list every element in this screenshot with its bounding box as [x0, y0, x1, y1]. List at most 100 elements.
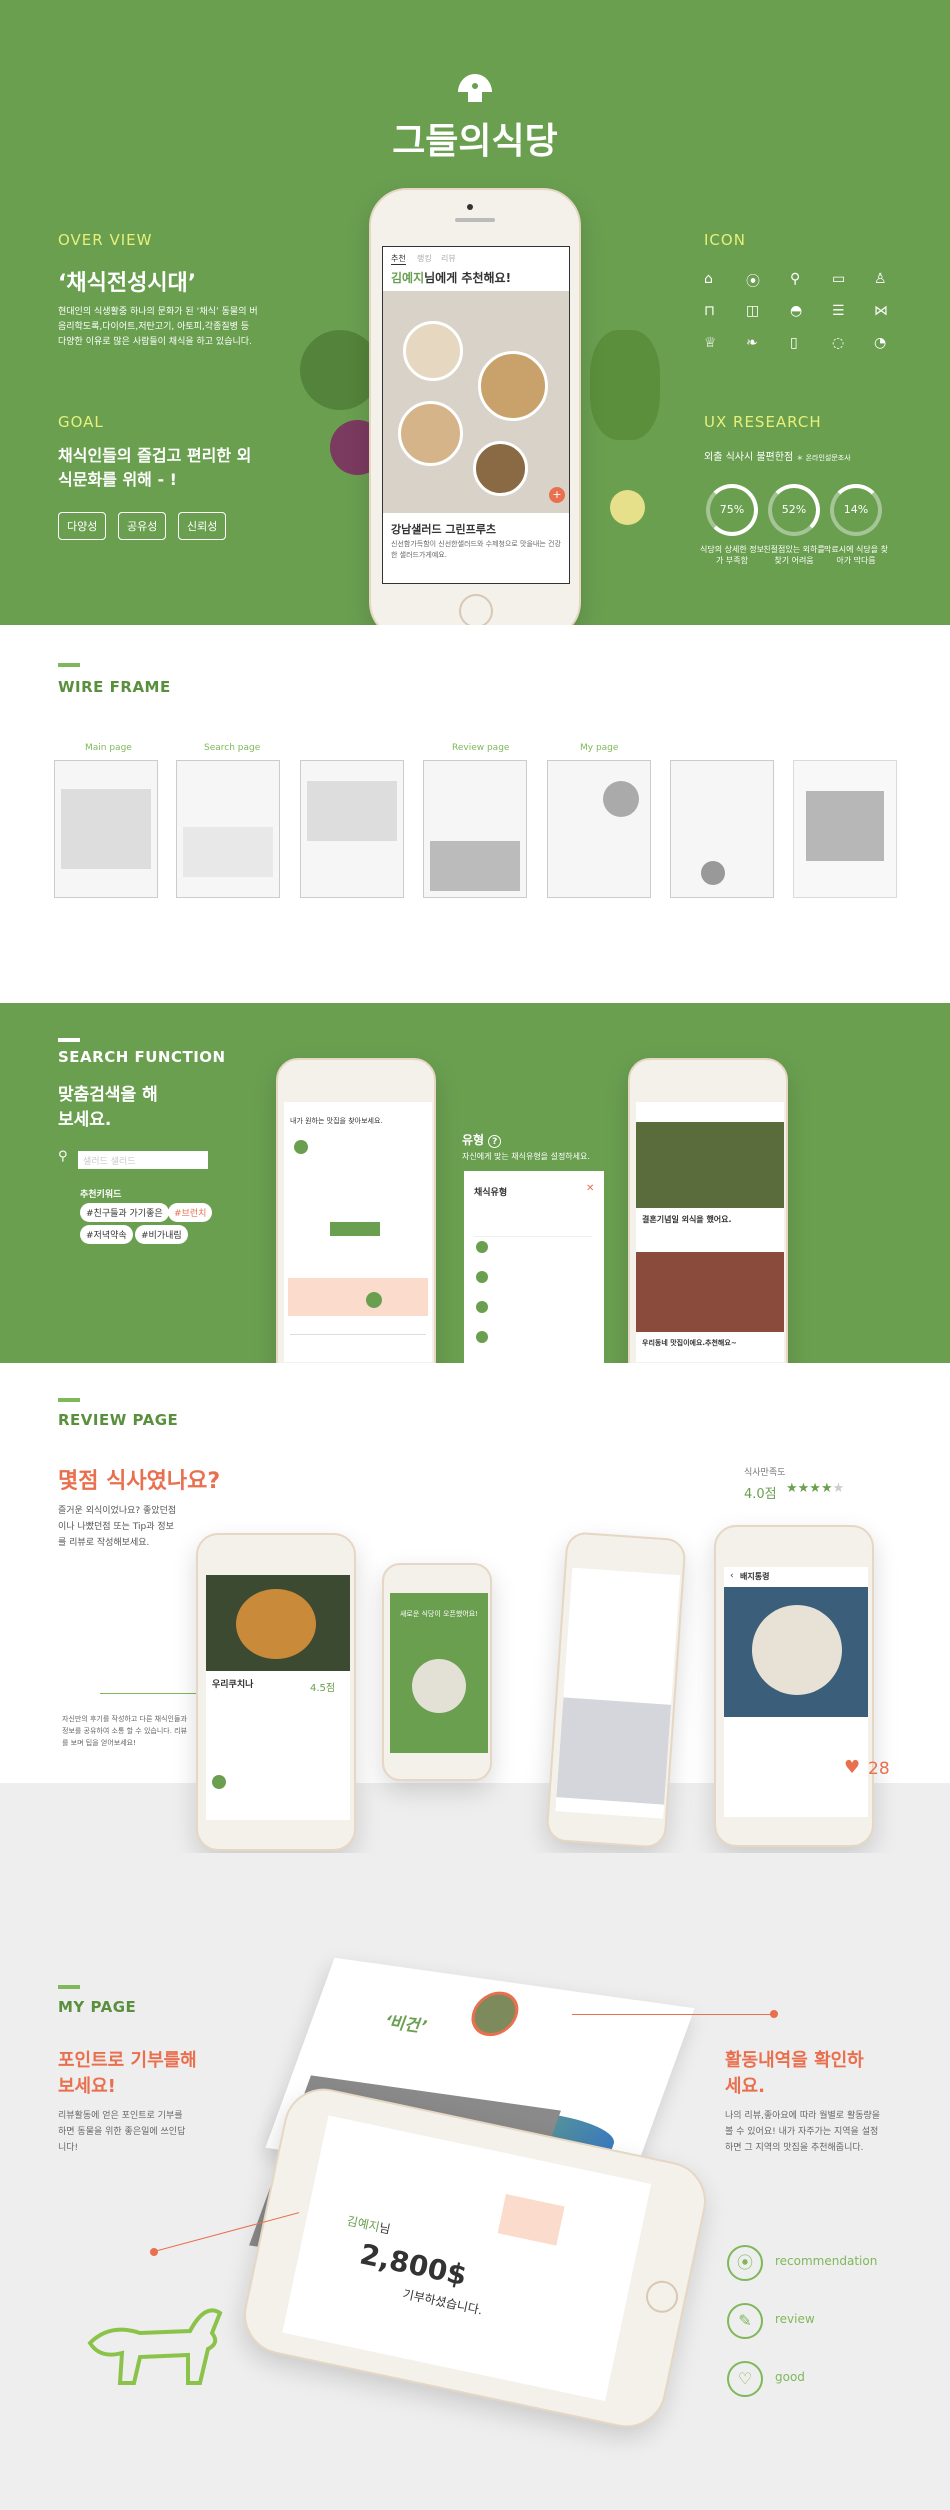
ux-stat-ring-2: 52%: [768, 484, 820, 536]
keywords-title: 추천키워드: [80, 1190, 122, 1200]
greeting-rest: 님에게 추천해요!: [424, 271, 512, 285]
popup-close-icon[interactable]: ✕: [586, 1183, 594, 1194]
herb-image: [590, 330, 660, 440]
review-phone-4: ‹ 배지통령: [714, 1525, 874, 1847]
search-food-photo-1: [636, 1122, 784, 1208]
mypage-points-caption: 기부하셨습니다.: [401, 2286, 484, 2318]
bird-icon: ◔: [874, 335, 887, 351]
brand-title: 그들의식당: [392, 121, 558, 162]
keyword-1[interactable]: #친구들과 가기좋은: [80, 1203, 169, 1222]
rating-label: 식사만족도: [744, 1468, 786, 1478]
icon-heading: ICON: [704, 231, 746, 249]
search-phone-left: 내가 원하는 맛집을 찾아보세요.: [276, 1058, 436, 1388]
ux-stat-caption-3: 막료시에 식당을 찾아가 막다름: [824, 545, 888, 565]
search-input[interactable]: 샐러드 샐러드: [78, 1151, 208, 1169]
notice-text: 새로운 식당이 오픈했어요!: [399, 1610, 479, 1618]
chat-icon: ▭: [832, 271, 846, 287]
wf-screen-3: [300, 760, 404, 898]
tab-ranking[interactable]: 랭킹: [417, 253, 432, 264]
overview-heading: OVER VIEW: [58, 231, 153, 249]
mypage-left-title: 포인트로 기부를해보세요!: [58, 2050, 197, 2097]
tab-recommend[interactable]: 추천: [391, 253, 406, 265]
review-phone-2: 새로운 식당이 오픈했어요!: [382, 1563, 492, 1781]
help-icon[interactable]: ?: [488, 1135, 502, 1148]
tab-review[interactable]: 리뷰: [441, 253, 456, 264]
like-icon[interactable]: ♥: [844, 1757, 860, 1778]
keyword-4[interactable]: #비가내림: [135, 1225, 188, 1244]
search-result-title: 결혼기념일 외식을 했어요.: [642, 1215, 732, 1224]
review-heading: REVIEW PAGE: [58, 1411, 179, 1429]
review-section: REVIEW PAGE 몇점 식사였나요? 즐거운 외식이었나요? 좋았던점이나…: [0, 1363, 950, 1853]
mypage-username-text: 김예지: [345, 2213, 381, 2235]
wf-screen-7: [793, 760, 897, 898]
search-result-title-2: 우리동네 맛집이에요.추천해요~: [642, 1339, 737, 1347]
keyword-3[interactable]: #저녁약속: [80, 1225, 133, 1244]
review-page-title: 배지통령: [740, 1572, 770, 1581]
mypage-username: 김예지님: [345, 2212, 392, 2238]
bottle-icon: ▯: [790, 335, 798, 351]
vegetable-image: [300, 330, 380, 410]
mypage-section: MY PAGE 포인트로 기부를해보세요! 리뷰활동에 얻은 포인트로 기부를 …: [0, 1853, 950, 2510]
mypage-username-suffix: 님: [377, 2220, 392, 2237]
overview-body: 현대인의 식생활중 하나의 문화가 된 ‘채식’ 동물의 버음리학도록,다이어트…: [58, 307, 258, 347]
wireframe-section: WIRE FRAME Main page Search page Review …: [0, 625, 950, 1003]
review-side-note: 자신만의 후기를 작성하고 다른 채식인들과 정보를 공유하여 소통 할 수 있…: [62, 1715, 188, 1747]
bag-icon: ◫: [746, 303, 760, 319]
wf-screen-2: [176, 760, 280, 898]
note-icon: ☰: [832, 303, 845, 319]
pot-icon: ◓: [790, 303, 803, 319]
ux-stat-caption-2: 친절점있는 외하를 찾기 어려움: [763, 545, 825, 565]
type-label: 유형 ?: [462, 1131, 502, 1148]
wf-screen-6: [670, 760, 774, 898]
pencil-icon: ✎: [727, 2303, 763, 2339]
rating-stars: ★★★★★: [786, 1481, 845, 1496]
mypage-points: 2,800$: [356, 2237, 470, 2293]
logo-icon: [452, 72, 498, 106]
search-icon-small: ⚲: [58, 1149, 68, 1164]
wf-screen-5: [547, 760, 651, 898]
review-food-photo-1: [206, 1575, 350, 1671]
lock-icon: ⊓: [704, 303, 715, 319]
like-count: 28: [868, 1759, 890, 1779]
mypage-right-body: 나의 리뷰,좋아요에 따라 월별로 활동량을 볼 수 있어요! 내가 자주가는 …: [725, 2111, 881, 2153]
name-tag: ‘비건’: [381, 2011, 431, 2037]
keyword-2[interactable]: #브런치: [168, 1203, 213, 1222]
hero-food-photo: +: [383, 291, 569, 513]
home-icon: ⌂: [704, 271, 713, 287]
type-label-text: 유형: [462, 1133, 485, 1147]
ux-stat-ring-3: 14%: [830, 484, 882, 536]
review-body: 즐거운 외식이었나요? 좋았던점이나 나빴던점 또는 Tip과 정보를 리뷰로 …: [58, 1506, 177, 1548]
goal-heading: GOAL: [58, 413, 104, 431]
goal-pill-sharing: 공유성: [118, 512, 167, 540]
review-place-score: 4.5점: [310, 1683, 336, 1694]
home-button[interactable]: [459, 594, 493, 628]
leaf-icon: ❧: [746, 335, 758, 351]
wf-label-review: Review page: [452, 743, 510, 753]
search-section: SEARCH FUNCTION 맞춤검색을 해보세요. ⚲ 샐러드 샐러드 추천…: [0, 1003, 950, 1388]
review-food-photo-4: [724, 1587, 868, 1717]
ux-heading: UX RESEARCH: [704, 413, 822, 431]
mypage-right-title: 활동내역을 확인하세요.: [725, 2050, 864, 2097]
hero-section: 그들의식당 OVER VIEW ‘채식전성시대’ 현대인의 식생활중 하나의 문…: [0, 0, 950, 640]
goal-pill-trust: 신뢰성: [178, 512, 227, 540]
review-phone-3: [545, 1531, 687, 1849]
search-title: 맞춤검색을 해보세요.: [58, 1085, 158, 1130]
add-button[interactable]: +: [549, 487, 565, 503]
greeting-name: 김예지: [391, 271, 425, 285]
hero-phone: 추천 랭킹 리뷰 김예지님에게 추천해요! + 강남샐러드 그린프루츠 신선함가…: [369, 188, 581, 640]
place-name: 강남샐러드 그린프루츠: [391, 523, 497, 536]
ux-stat-ring-1: 75%: [706, 484, 758, 536]
hero-screen: 추천 랭킹 리뷰 김예지님에게 추천해요! + 강남샐러드 그린프루츠 신선함가…: [382, 246, 570, 584]
search-phone-title: 내가 원하는 맛집을 찾아보세요.: [290, 1117, 383, 1125]
wf-label-my: My page: [580, 743, 619, 753]
rating-value: 4.0점: [744, 1487, 777, 1502]
review-title: 몇점 식사였나요?: [58, 1469, 221, 1494]
search-icon: ⚲: [790, 271, 801, 287]
type-desc: 자신에게 맞는 채식유형을 설정하세요.: [462, 1152, 590, 1161]
back-icon[interactable]: ‹: [730, 1571, 734, 1581]
ux-stat-caption-1: 식당의 상세한 정보가 부족함: [700, 545, 764, 565]
search-phone-right: 결혼기념일 외식을 했어요. 우리동네 맛집이에요.추천해요~: [628, 1058, 788, 1388]
overview-title: ‘채식전성시대’: [58, 271, 197, 296]
egg-icon: ◌: [832, 335, 845, 351]
mypage-home-button[interactable]: [643, 2277, 682, 2316]
